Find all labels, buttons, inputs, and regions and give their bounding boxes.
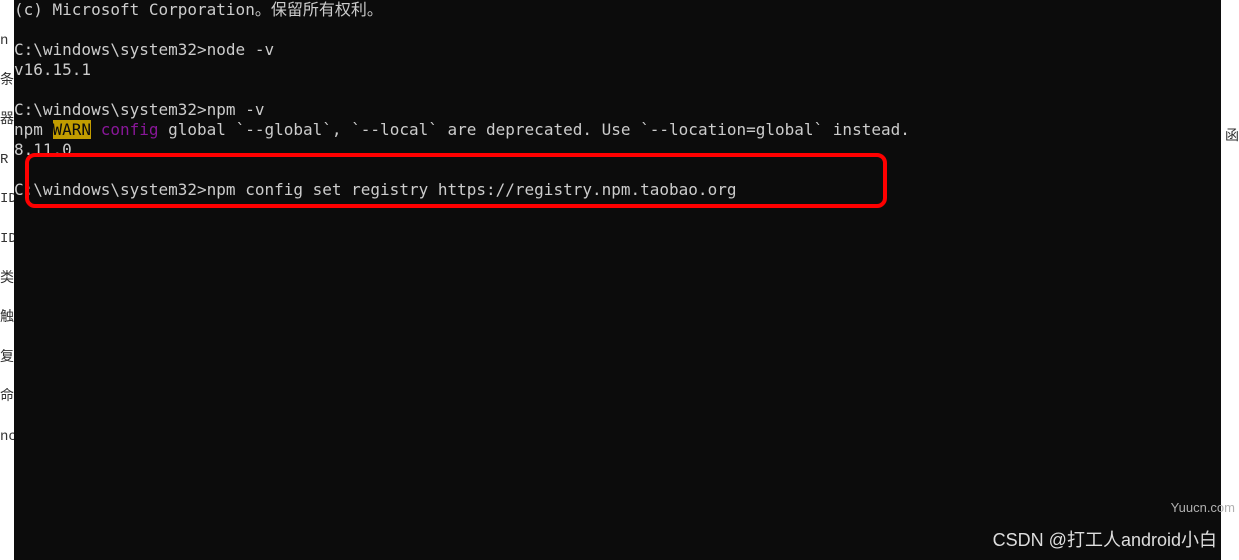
blank-line bbox=[14, 80, 1221, 100]
command-text: npm -v bbox=[207, 100, 265, 119]
command-line-2: C:\windows\system32>npm -v bbox=[14, 100, 1221, 120]
csdn-watermark: CSDN @打工人android小白 bbox=[993, 526, 1217, 552]
command-text: npm config set registry https://registry… bbox=[207, 180, 737, 199]
warn-tag: WARN bbox=[53, 120, 92, 139]
npm-warn-line: npm WARN config global `--global`, `--lo… bbox=[14, 120, 1221, 140]
command-line-3: C:\windows\system32>npm config set regis… bbox=[14, 180, 1221, 200]
output-npm-version: 8.11.0 bbox=[14, 140, 1221, 160]
config-label: config bbox=[91, 120, 158, 139]
page-left-edge: n 条 器 R ID ID 类 触 复 命 nc bbox=[0, 0, 14, 560]
terminal-window[interactable]: (c) Microsoft Corporation。保留所有权利。 C:\win… bbox=[14, 0, 1221, 560]
blank-line bbox=[14, 20, 1221, 40]
warn-message: global `--global`, `--local` are depreca… bbox=[159, 120, 910, 139]
right-edge-char: 函 bbox=[1225, 125, 1239, 145]
blank-line bbox=[14, 160, 1221, 180]
npm-prefix: npm bbox=[14, 120, 53, 139]
prompt: C:\windows\system32> bbox=[14, 180, 207, 199]
output-node-version: v16.15.1 bbox=[14, 60, 1221, 80]
yuucn-watermark: Yuucn.com bbox=[1171, 500, 1235, 515]
copyright-line: (c) Microsoft Corporation。保留所有权利。 bbox=[14, 0, 1221, 20]
command-line-1: C:\windows\system32>node -v bbox=[14, 40, 1221, 60]
prompt: C:\windows\system32> bbox=[14, 40, 207, 59]
command-text: node -v bbox=[207, 40, 274, 59]
prompt: C:\windows\system32> bbox=[14, 100, 207, 119]
